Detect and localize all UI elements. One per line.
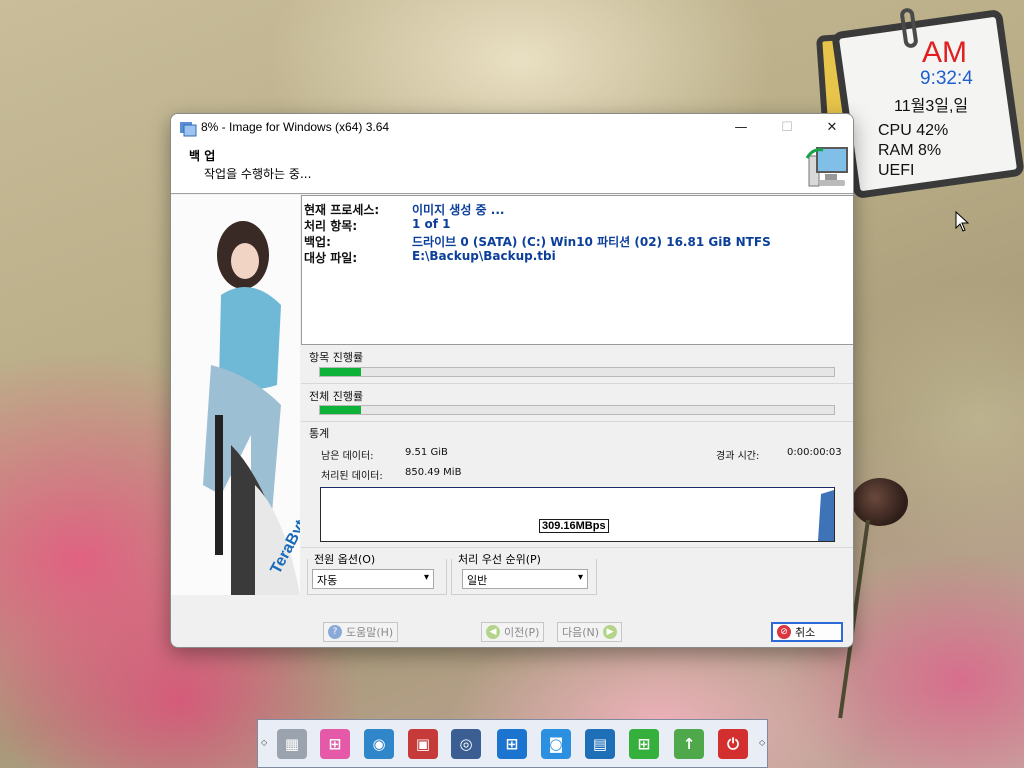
close-button[interactable]: ✕ — [809, 114, 853, 144]
total-progress-bar — [319, 405, 835, 415]
priority-select[interactable]: 일반 ▾ — [462, 569, 588, 589]
total-progress-label: 전체 진행률 — [309, 390, 364, 403]
arrow-right-icon: ▶ — [603, 625, 618, 639]
computer-backup-icon — [805, 147, 848, 187]
statistics-label: 통계 — [309, 427, 330, 440]
camera-icon[interactable]: ◙ — [541, 729, 571, 759]
mouse-cursor-icon — [955, 211, 969, 232]
power-options-label: 전원 옵션(O) — [312, 551, 378, 567]
disk-manager-icon[interactable]: ◎ — [451, 729, 481, 759]
maximize-button[interactable]: ☐ — [764, 114, 810, 144]
app-icon — [180, 122, 197, 137]
item-progress-bar — [319, 367, 835, 377]
prev-button[interactable]: ◀ 이전(P) — [481, 622, 545, 642]
dock-right-arrow[interactable]: ◇ — [759, 738, 765, 747]
title-bar[interactable]: 8% - Image for Windows (x64) 3.64 — ☐ ✕ — [171, 114, 853, 144]
wizard-header: 백 업 작업을 수행하는 중... — [171, 144, 853, 194]
processed-data-value: 850.49 MiB — [405, 467, 462, 478]
window-title: 8% - Image for Windows (x64) 3.64 — [201, 120, 390, 134]
gadget-time: 9:32:4 — [920, 68, 973, 89]
app-dock: ◇ ▦ ⊞ ◉ ▣ ◎ ⊞ ◙ ▤ ⊞ ↑ ⏻ ◇ — [257, 719, 768, 768]
windows-green-icon[interactable]: ⊞ — [629, 729, 659, 759]
help-icon: ? — [328, 625, 342, 639]
toolbox-icon[interactable]: ▣ — [408, 729, 438, 759]
page-subtitle: 작업을 수행하는 중... — [204, 167, 312, 181]
upload-icon[interactable]: ↑ — [674, 729, 704, 759]
gadget-ram: RAM 8% — [878, 142, 942, 159]
arrow-left-icon: ◀ — [486, 625, 500, 639]
cancel-button[interactable]: ⊘ 취소 — [771, 622, 843, 642]
elapsed-time-value: 0:00:00:03 — [787, 447, 842, 458]
chevron-down-icon: ▾ — [423, 572, 429, 583]
throughput-graph: 309.16MBps — [320, 487, 835, 542]
terabyte-banner-image: TeraByte — [171, 195, 300, 595]
priority-label: 처리 우선 순위(P) — [456, 551, 543, 567]
remaining-data-label: 남은 데이터: — [321, 451, 374, 462]
priority-group: 처리 우선 순위(P) 일반 ▾ — [451, 551, 597, 595]
windows-logo-icon[interactable]: ⊞ — [497, 729, 527, 759]
main-content: 현재 프로세스: 이미지 생성 중 ... 처리 항목: 1 of 1 백업: … — [301, 195, 853, 595]
disk-tool-icon[interactable]: ◉ — [364, 729, 394, 759]
dock-left-arrow[interactable]: ◇ — [261, 738, 267, 747]
gadget-boot: UEFI — [878, 162, 915, 179]
gadget-cpu: CPU 42% — [878, 122, 949, 139]
app-window: 8% - Image for Windows (x64) 3.64 — ☐ ✕ … — [170, 113, 854, 648]
process-info-panel: 현재 프로세스: 이미지 생성 중 ... 처리 항목: 1 of 1 백업: … — [301, 195, 853, 345]
next-button[interactable]: 다음(N) ▶ — [557, 622, 623, 642]
cancel-icon: ⊘ — [777, 625, 791, 639]
gadget-date: 11월3일,일 — [894, 98, 969, 115]
processed-data-label: 처리된 데이터: — [321, 471, 383, 482]
minimize-button[interactable]: — — [718, 114, 764, 144]
chevron-down-icon: ▾ — [577, 572, 583, 583]
flower-bud — [852, 478, 908, 526]
floppy-icon[interactable]: ▦ — [277, 729, 307, 759]
power-options-select[interactable]: 자동 ▾ — [312, 569, 434, 589]
elapsed-time-label: 경과 시간: — [716, 451, 760, 462]
speed-readout: 309.16MBps — [539, 519, 609, 533]
partition-icon[interactable]: ▤ — [585, 729, 615, 759]
remaining-data-value: 9.51 GiB — [405, 447, 448, 458]
power-icon[interactable]: ⏻ — [718, 729, 748, 759]
help-button[interactable]: ? 도움말(H) — [323, 622, 399, 642]
power-options-group: 전원 옵션(O) 자동 ▾ — [307, 551, 447, 595]
gadget-ampm: AM — [922, 36, 967, 69]
item-progress-label: 항목 진행률 — [309, 351, 364, 364]
page-title: 백 업 — [189, 149, 216, 163]
windows-pink-icon[interactable]: ⊞ — [320, 729, 350, 759]
